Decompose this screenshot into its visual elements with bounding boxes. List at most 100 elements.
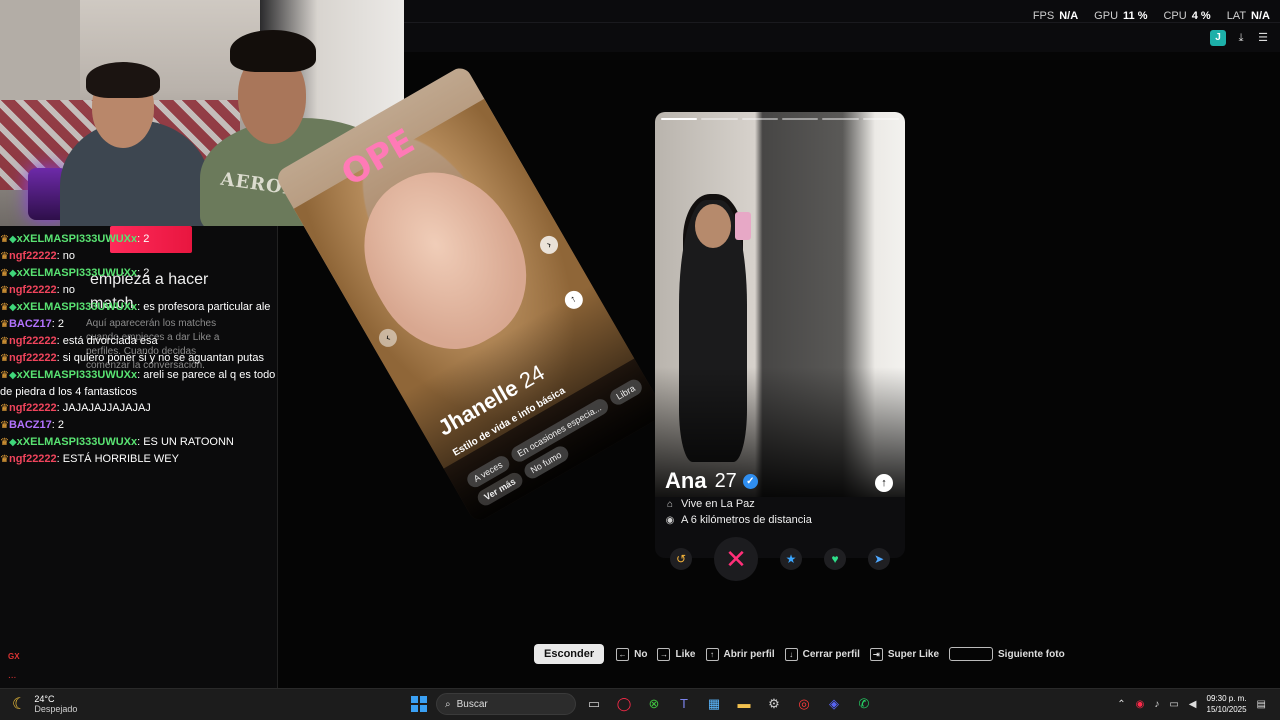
chat-username[interactable]: ngf22222 xyxy=(9,250,57,262)
capcut-icon[interactable]: ◎ xyxy=(792,692,816,716)
clock-date: 15/10/2025 xyxy=(1206,705,1247,714)
chat-username[interactable]: ngf22222 xyxy=(9,453,57,465)
chat-message: ♛BACZ17: 2 xyxy=(0,316,300,333)
location-pin-icon: ◉ xyxy=(665,514,675,526)
distance-text: A 6 kilómetros de distancia xyxy=(681,514,812,526)
shortcut-label: No xyxy=(634,648,648,660)
browser-topbar xyxy=(404,0,1280,52)
crown-badge-icon: ♛ xyxy=(0,437,9,448)
discord-icon[interactable]: ◈ xyxy=(822,692,846,716)
browser-toolbar-icons: J ⤓ ☰ xyxy=(1210,30,1270,46)
photo-progress-segment[interactable] xyxy=(781,118,819,120)
store-icon[interactable]: ▦ xyxy=(702,692,726,716)
xbox-icon[interactable]: ⊗ xyxy=(642,692,666,716)
lives-row: ⌂ Vive en La Paz xyxy=(665,498,897,510)
home-icon: ⌂ xyxy=(666,498,674,510)
chat-message: ♛ngf22222: ESTÁ HORRIBLE WEY xyxy=(0,451,300,468)
gem-badge-icon: ◆ xyxy=(8,234,17,245)
shortcut-close-profile: ↓ Cerrar perfil xyxy=(784,647,860,661)
gpu-label: GPU xyxy=(1094,10,1119,22)
streamer-2-hair xyxy=(230,30,316,72)
profile-photo[interactable] xyxy=(655,112,905,497)
opera-gx-icon[interactable]: ◯ xyxy=(612,692,636,716)
windows-start-icon[interactable] xyxy=(408,693,430,715)
gx-sidebar-label[interactable]: GX xyxy=(8,652,20,661)
gem-badge-icon: ◆ xyxy=(8,268,17,279)
network-icon[interactable]: ▭ xyxy=(1169,699,1178,710)
system-tray: ⌃ ◉ ♪ ▭ ◀ 09:30 p. m. 15/10/2025 ▤ xyxy=(1117,693,1266,715)
chat-username[interactable]: BACZ17 xyxy=(9,419,52,431)
chat-username[interactable]: ngf22222 xyxy=(9,335,57,347)
file-explorer-icon[interactable]: ▬ xyxy=(732,692,756,716)
hide-shortcuts-button[interactable]: Esconder xyxy=(534,644,605,664)
gx-more-icon[interactable]: ... xyxy=(8,670,16,681)
screen: FPSN/A GPU11 % CPU4 % LATN/A J ⤓ ☰ AEROP… xyxy=(0,0,1280,720)
chat-username[interactable]: xXELMASPI333UWUXx xyxy=(17,369,137,381)
boost-icon[interactable]: ➤ xyxy=(868,548,890,570)
chat-username[interactable]: ngf22222 xyxy=(9,284,57,296)
chat-text: : ES UN RATOONN xyxy=(137,436,234,448)
settings-icon[interactable]: ⚙ xyxy=(762,692,786,716)
taskbar-search[interactable]: ⌕ Buscar xyxy=(436,693,576,715)
key-right-icon: → xyxy=(657,647,671,661)
task-view-icon[interactable]: ▭ xyxy=(582,692,606,716)
profile-name-text: Ana xyxy=(665,468,707,493)
key-space-icon xyxy=(949,647,994,661)
teams-icon[interactable]: T xyxy=(672,692,696,716)
weather-widget[interactable]: ☾ 24°C Despejado xyxy=(12,694,77,714)
chat-text: : 2 xyxy=(137,267,150,279)
rewind-icon[interactable]: ↺ xyxy=(670,548,692,570)
clock-time: 09:30 p. m. xyxy=(1206,694,1247,703)
menu-icon[interactable]: ☰ xyxy=(1256,31,1270,45)
shortcut-label: Abrir perfil xyxy=(723,648,775,660)
super-like-icon[interactable]: ★ xyxy=(780,548,802,570)
photo-progress-segment[interactable] xyxy=(862,118,899,120)
chat-username[interactable]: xXELMASPI333UWUXx xyxy=(17,267,137,279)
chat-text: : está divorciada esa xyxy=(56,335,158,347)
chat-message: ♛ngf22222: está divorciada esa xyxy=(0,333,300,350)
weather-temp: 24°C xyxy=(34,694,55,704)
chevron-up-icon[interactable]: ⌃ xyxy=(1117,699,1125,710)
notification-icon[interactable]: ▤ xyxy=(1257,699,1266,710)
profile-avatar[interactable]: J xyxy=(1210,30,1226,46)
crown-badge-icon: ♛ xyxy=(0,251,9,262)
key-left-icon: ← xyxy=(616,647,630,661)
photo-progress-segment[interactable] xyxy=(701,118,738,120)
fps-label: FPS xyxy=(1032,10,1055,22)
whatsapp-icon[interactable]: ✆ xyxy=(852,692,876,716)
chat-username[interactable]: xXELMASPI333UWUXx xyxy=(17,436,137,448)
crown-badge-icon: ♛ xyxy=(0,454,9,465)
profile-card[interactable]: Ana 27 ✓ ⌂ Vive en La Paz ◉ A 6 kilómetros… xyxy=(655,112,905,558)
chat-message: ♛ngf22222: no xyxy=(0,282,300,299)
photo-progress-segment[interactable] xyxy=(741,118,778,120)
chat-text: : es profesora particular ale xyxy=(137,301,271,313)
nope-icon[interactable]: ✕ xyxy=(714,537,758,581)
chat-username[interactable]: ngf22222 xyxy=(9,402,57,414)
chat-username[interactable]: xXELMASPI333UWUXx xyxy=(17,301,137,313)
shortcut-next-photo: Siguiente foto xyxy=(949,647,1065,661)
volume-icon[interactable]: ◀ xyxy=(1189,699,1197,710)
chat-text: : no xyxy=(56,250,76,262)
photo-progress-segment[interactable] xyxy=(822,118,859,120)
taskbar-clock[interactable]: 09:30 p. m. 15/10/2025 xyxy=(1207,693,1247,715)
photo-progress-segment[interactable] xyxy=(661,118,698,120)
like-icon[interactable]: ♥ xyxy=(824,548,846,570)
chat-text: : 2 xyxy=(137,233,150,245)
chat-text: : JAJAJAJJAJAJAJ xyxy=(56,402,151,414)
photo-progress xyxy=(661,118,899,120)
key-tab-icon: ⇥ xyxy=(869,647,883,661)
chat-text: : ESTÁ HORRIBLE WEY xyxy=(56,453,179,465)
profile-name: Ana 27 ✓ xyxy=(665,468,897,494)
search-placeholder: Buscar xyxy=(456,698,488,710)
opera-tray-icon[interactable]: ◉ xyxy=(1136,699,1145,710)
download-icon[interactable]: ⤓ xyxy=(1234,31,1248,45)
chat-username[interactable]: xXELMASPI333UWUXx xyxy=(17,233,137,245)
keyboard-shortcuts-bar: Esconder ← No → Like ↑ Abrir perfil ↓ Cerrar… xyxy=(534,644,1075,664)
microphone-icon[interactable]: ♪ xyxy=(1154,699,1159,710)
open-profile-arrow-icon[interactable]: ↑ xyxy=(875,474,893,492)
chat-username[interactable]: ngf22222 xyxy=(9,352,57,364)
streamer-1-hair xyxy=(86,62,160,98)
key-down-icon: ↓ xyxy=(784,647,798,661)
chat-username[interactable]: BACZ17 xyxy=(9,318,52,330)
profile-info: Ana 27 ✓ ⌂ Vive en La Paz ◉ A 6 kilómetros… xyxy=(665,468,897,526)
